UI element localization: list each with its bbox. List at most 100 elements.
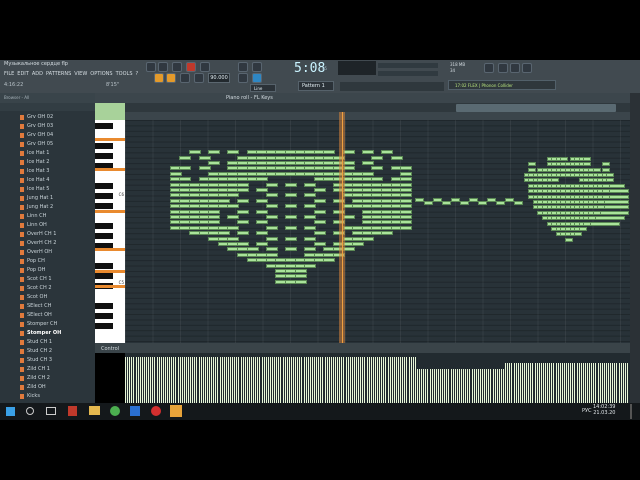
velocity-bar[interactable] [515, 363, 517, 403]
velocity-bar[interactable] [563, 363, 565, 403]
note[interactable] [208, 150, 221, 155]
velocity-bar[interactable] [433, 369, 435, 403]
help-icon[interactable] [522, 63, 532, 73]
velocity-bar[interactable] [198, 357, 200, 403]
app-icon[interactable] [130, 406, 140, 416]
velocity-bar[interactable] [248, 357, 250, 403]
velocity-bar[interactable] [454, 369, 456, 403]
velocity-bar[interactable] [295, 357, 297, 403]
note[interactable] [606, 173, 615, 177]
velocity-bar[interactable] [492, 369, 494, 403]
velocity-bar[interactable] [517, 363, 519, 403]
velocity-bar[interactable] [381, 357, 383, 403]
velocity-bar[interactable] [265, 357, 267, 403]
stop-button[interactable] [180, 73, 190, 83]
velocity-bar[interactable] [547, 363, 549, 403]
velocity-bar[interactable] [150, 357, 152, 403]
note[interactable] [179, 155, 192, 160]
velocity-bar[interactable] [227, 357, 229, 403]
velocity-bar[interactable] [148, 357, 150, 403]
browser-item[interactable]: Scot CH 1 [27, 275, 52, 284]
velocity-bar[interactable] [213, 357, 215, 403]
note[interactable] [265, 247, 278, 252]
velocity-bar[interactable] [269, 357, 271, 403]
note[interactable] [217, 198, 230, 203]
note[interactable] [400, 166, 413, 171]
velocity-bar[interactable] [496, 369, 498, 403]
browser-item[interactable]: Jung Hat 2 [27, 203, 53, 212]
note[interactable] [496, 201, 505, 205]
note[interactable] [256, 220, 269, 225]
velocity-bar[interactable] [379, 357, 381, 403]
velocity-bar[interactable] [618, 363, 620, 403]
velocity-bar[interactable] [194, 357, 196, 403]
clock[interactable]: 14:02:39 21.03.20 [593, 404, 615, 416]
windows-start-icon[interactable] [6, 407, 15, 416]
note[interactable] [304, 193, 317, 198]
pattern-mode-button[interactable] [146, 62, 156, 72]
note[interactable] [265, 236, 278, 241]
velocity-bar[interactable] [339, 357, 341, 403]
browser-item[interactable]: Scot CH 2 [27, 284, 52, 293]
velocity-bar[interactable] [152, 357, 154, 403]
velocity-bar[interactable] [549, 363, 551, 403]
velocity-bar[interactable] [486, 369, 488, 403]
note[interactable] [352, 242, 365, 246]
highlighted-key[interactable] [95, 138, 125, 141]
task-view-icon[interactable] [46, 407, 56, 415]
note[interactable] [227, 215, 240, 219]
velocity-bar[interactable] [320, 357, 322, 403]
note[interactable] [313, 198, 326, 203]
velocity-bar[interactable] [127, 357, 129, 403]
highlighted-key[interactable] [95, 168, 125, 171]
velocity-bar[interactable] [177, 357, 179, 403]
note[interactable] [246, 247, 259, 252]
note[interactable] [265, 252, 278, 257]
browser-item[interactable]: Grv OH 05 [27, 140, 53, 149]
velocity-bar[interactable] [610, 363, 612, 403]
menu-help[interactable]: ? [136, 71, 139, 79]
velocity-bar[interactable] [576, 363, 578, 403]
velocity-bar[interactable] [345, 357, 347, 403]
velocity-bar[interactable] [337, 357, 339, 403]
velocity-bar[interactable] [131, 357, 133, 403]
browser-item[interactable]: OverH CH 2 [27, 239, 56, 248]
note[interactable] [208, 161, 221, 165]
brush-icon[interactable] [252, 73, 262, 83]
velocity-bar[interactable] [204, 357, 206, 403]
velocity-bar[interactable] [494, 369, 496, 403]
velocity-bar[interactable] [311, 357, 313, 403]
highlighted-key[interactable] [95, 248, 125, 251]
note[interactable] [400, 215, 413, 219]
note[interactable] [400, 171, 413, 176]
browser-item[interactable]: Zild OH [27, 383, 46, 392]
velocity-bar[interactable] [500, 369, 502, 403]
velocity-bar[interactable] [473, 369, 475, 403]
velocity-bar[interactable] [353, 357, 355, 403]
note[interactable] [227, 236, 240, 241]
note[interactable] [227, 225, 240, 230]
pattern-selector[interactable]: Pattern 1 [298, 81, 334, 91]
note[interactable] [313, 231, 326, 236]
velocity-bar[interactable] [383, 357, 385, 403]
note[interactable] [361, 150, 374, 155]
note[interactable] [304, 236, 317, 241]
language-indicator[interactable]: РУС [582, 408, 592, 414]
note[interactable] [487, 198, 496, 202]
velocity-bar[interactable] [534, 363, 536, 403]
note[interactable] [578, 227, 587, 231]
velocity-bar[interactable] [421, 369, 423, 403]
note[interactable] [606, 178, 615, 183]
velocity-bar[interactable] [242, 357, 244, 403]
velocity-bar[interactable] [362, 357, 364, 403]
velocity-bar[interactable] [574, 363, 576, 403]
velocity-bar[interactable] [314, 357, 315, 403]
velocity-bar[interactable] [599, 363, 601, 403]
velocity-bar[interactable] [568, 363, 570, 403]
velocity-bar[interactable] [597, 363, 599, 403]
velocity-bar[interactable] [398, 357, 399, 403]
velocity-bar[interactable] [282, 357, 284, 403]
velocity-bar[interactable] [620, 363, 622, 403]
velocity-bar[interactable] [614, 363, 616, 403]
note[interactable] [265, 204, 278, 209]
